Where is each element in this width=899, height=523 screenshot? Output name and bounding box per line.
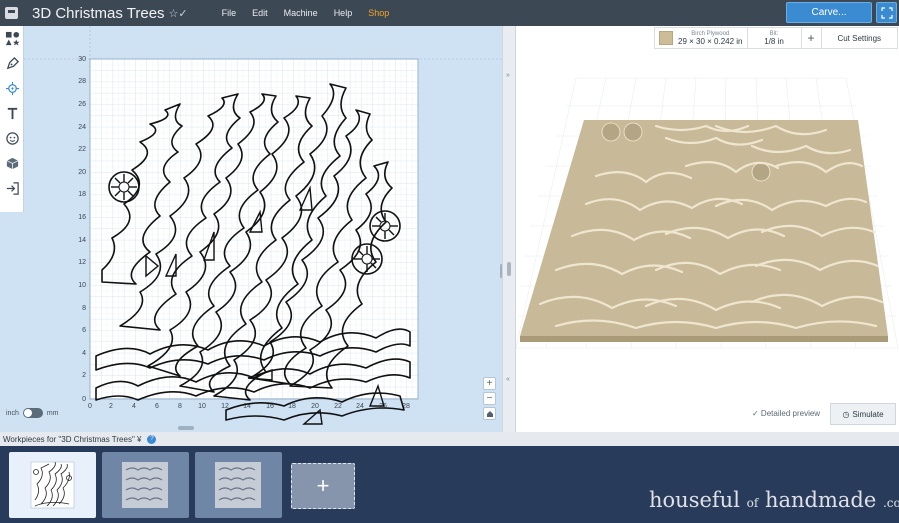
y-tick: 10	[78, 282, 86, 289]
menu-machine[interactable]: Machine	[276, 8, 326, 18]
add-workpiece-button[interactable]: +	[291, 463, 355, 509]
design-canvas[interactable]: 30 28 26 24 22 20 18 16 14 12 10 8 6 4 2…	[0, 26, 502, 432]
pane-divider[interactable]: » «	[502, 26, 516, 432]
workpiece-thumb-1[interactable]	[9, 452, 96, 518]
y-tick: 2	[82, 372, 86, 379]
units-switch[interactable]	[22, 408, 43, 418]
target-icon[interactable]	[0, 76, 24, 101]
tool-sidebar	[0, 26, 24, 212]
x-tick: 8	[178, 403, 182, 410]
project-title[interactable]: 3D Christmas Trees	[32, 5, 165, 22]
x-tick: 2	[109, 403, 113, 410]
y-tick: 12	[78, 259, 86, 266]
unit-mm-label: mm	[46, 409, 59, 417]
units-toggle[interactable]: inch mm	[6, 408, 59, 418]
main-menu: File Edit Machine Help Shop	[214, 8, 398, 18]
workpieces-title[interactable]: Workpieces for "3D Christmas Trees" ¥	[3, 435, 141, 444]
design-canvas-pane[interactable]: 30 28 26 24 22 20 18 16 14 12 10 8 6 4 2…	[0, 26, 502, 432]
y-tick: 18	[78, 191, 86, 198]
workpiece-thumb-2[interactable]	[102, 452, 189, 518]
x-tick: 10	[198, 403, 206, 410]
y-tick: 24	[78, 124, 86, 131]
y-tick: 4	[82, 350, 86, 357]
horizontal-scrollbar[interactable]	[178, 426, 194, 430]
y-axis-ticks: 30 28 26 24 22 20 18 16 14 12 10 8 6 4 2…	[78, 56, 86, 403]
y-tick: 16	[78, 214, 86, 221]
zoom-out-button[interactable]: −	[483, 392, 496, 405]
x-tick: 24	[356, 403, 364, 410]
x-tick: 22	[334, 403, 342, 410]
divider-grip[interactable]	[507, 262, 511, 276]
expand-icon[interactable]	[876, 2, 897, 23]
favorite-saved-icon[interactable]: ☆✓	[169, 7, 188, 20]
x-tick: 20	[311, 403, 319, 410]
y-tick: 14	[78, 237, 86, 244]
x-tick: 0	[88, 403, 92, 410]
y-tick: 28	[78, 78, 86, 85]
3d-render[interactable]	[516, 26, 899, 432]
collapse-right-icon[interactable]: «	[506, 376, 510, 383]
menu-shop[interactable]: Shop	[360, 8, 397, 18]
emoji-icon[interactable]	[0, 126, 24, 151]
carve-button[interactable]: Carve...	[786, 2, 872, 23]
y-tick: 26	[78, 101, 86, 108]
menu-help[interactable]: Help	[326, 8, 361, 18]
detailed-preview-toggle[interactable]: ✓ Detailed preview	[752, 409, 820, 418]
y-tick: 30	[78, 56, 86, 63]
x-tick: 6	[155, 403, 159, 410]
unit-inch-label: inch	[6, 409, 19, 417]
zoom-in-button[interactable]: +	[483, 377, 496, 390]
box-icon[interactable]	[0, 151, 24, 176]
y-tick: 22	[78, 146, 86, 153]
simulate-button[interactable]: ◷ Simulate	[830, 403, 896, 425]
easel-app: 3D Christmas Trees ☆✓ File Edit Machine …	[0, 0, 899, 523]
help-icon[interactable]: ?	[147, 434, 157, 444]
app-logo-icon[interactable]	[0, 0, 22, 26]
home-view-icon[interactable]	[483, 407, 496, 420]
y-tick: 20	[78, 169, 86, 176]
text-icon[interactable]	[0, 101, 24, 126]
watermark-text-4: .com	[882, 496, 899, 510]
y-tick: 8	[82, 305, 86, 312]
x-tick: 4	[132, 403, 136, 410]
3d-preview-pane[interactable]: Birch Plywood 29 × 30 × 0.242 in Bit: 1/…	[516, 26, 899, 432]
watermark-text-3: handmade	[764, 488, 877, 512]
menu-file[interactable]: File	[214, 8, 245, 18]
watermark: houseful of handmade .com	[649, 488, 899, 512]
clock-icon: ◷	[842, 409, 850, 419]
watermark-text-2: of	[746, 496, 759, 510]
pen-icon[interactable]	[0, 51, 24, 76]
y-tick: 0	[82, 396, 86, 403]
workpieces-header: Workpieces for "3D Christmas Trees" ¥ ?	[0, 432, 899, 446]
simulate-label: Simulate	[852, 409, 884, 419]
import-icon[interactable]	[0, 176, 24, 201]
workpiece-thumb-3[interactable]	[195, 452, 282, 518]
top-bar: 3D Christmas Trees ☆✓ File Edit Machine …	[0, 0, 899, 26]
watermark-text-1: houseful	[649, 488, 740, 512]
shapes-icon[interactable]	[0, 26, 24, 51]
collapse-left-icon[interactable]: »	[506, 72, 510, 79]
y-tick: 6	[82, 327, 86, 334]
menu-edit[interactable]: Edit	[244, 8, 276, 18]
